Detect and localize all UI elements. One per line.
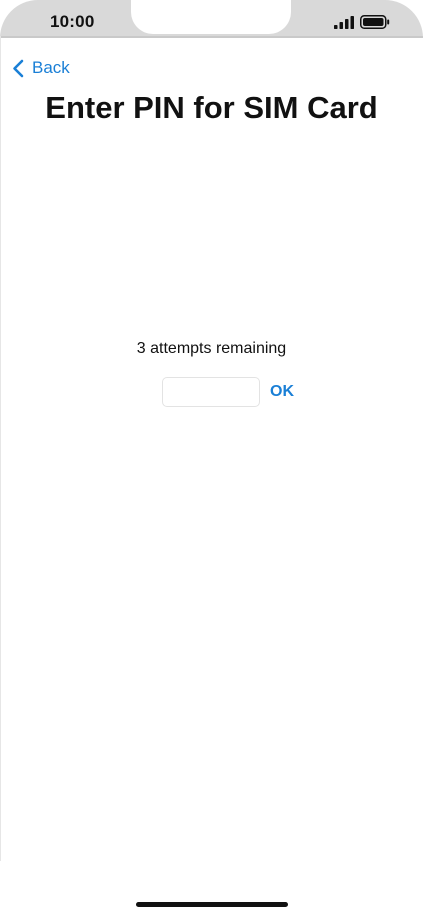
ok-button[interactable]: OK bbox=[268, 383, 296, 401]
status-bar: 10:00 bbox=[0, 0, 423, 38]
screen: 10:00 Back Enter PIN for SIM Card 3 atte… bbox=[0, 0, 423, 915]
home-indicator[interactable] bbox=[136, 902, 288, 907]
back-label: Back bbox=[32, 58, 70, 77]
cellular-signal-icon bbox=[334, 16, 354, 29]
attempts-remaining-text: 3 attempts remaining bbox=[136, 340, 287, 357]
back-button[interactable]: Back bbox=[12, 57, 70, 79]
battery-icon bbox=[360, 15, 390, 29]
pin-input[interactable] bbox=[162, 377, 260, 407]
chevron-left-icon bbox=[13, 59, 24, 77]
device-notch bbox=[131, 0, 291, 34]
frame-edge bbox=[0, 36, 1, 861]
status-time: 10:00 bbox=[50, 12, 95, 31]
page-title: Enter PIN for SIM Card bbox=[45, 90, 378, 125]
